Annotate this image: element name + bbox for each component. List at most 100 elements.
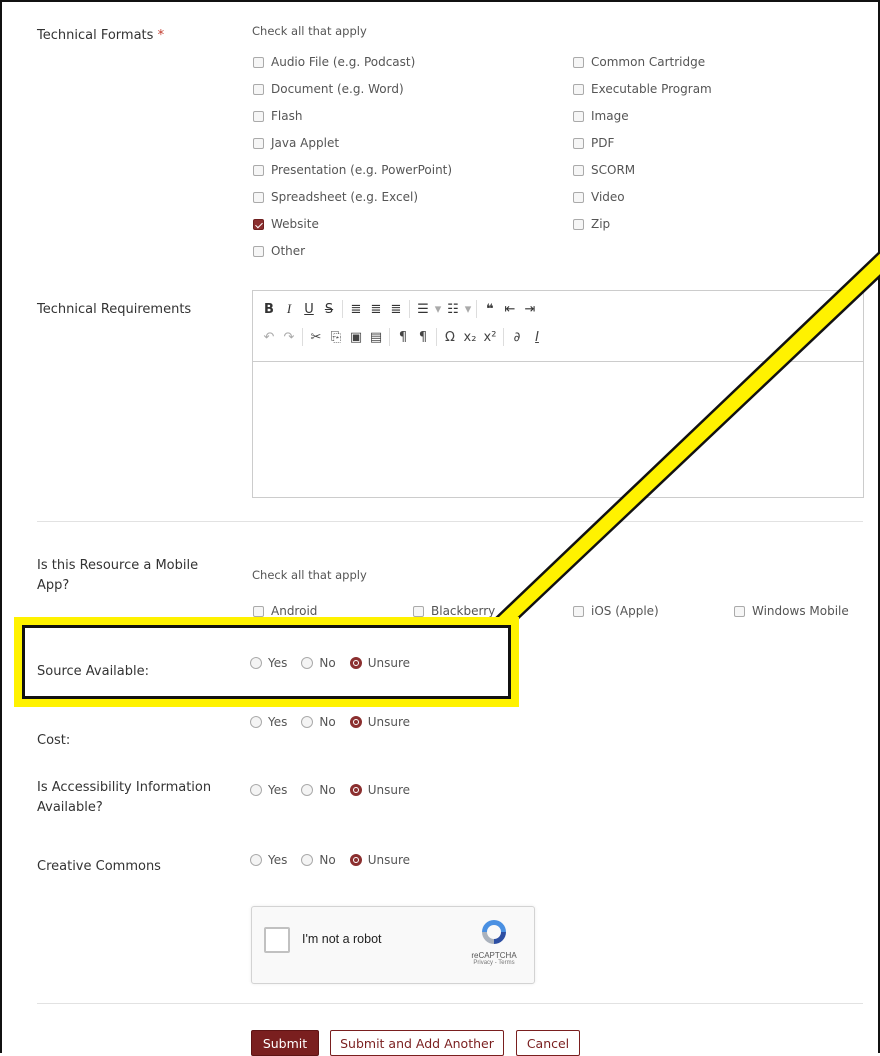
cost-option-unsure[interactable]: Unsure xyxy=(349,715,410,729)
outdent-icon[interactable]: ⇤ xyxy=(500,302,520,317)
radio-unselected-icon[interactable] xyxy=(250,716,262,728)
format-option[interactable]: Video xyxy=(573,190,625,204)
redo-icon[interactable]: ↷ xyxy=(279,330,299,345)
checkbox-unchecked-icon[interactable] xyxy=(734,605,745,617)
checkbox-unchecked-icon[interactable] xyxy=(253,191,264,203)
bold-button[interactable]: B xyxy=(259,302,279,317)
radio-unselected-icon[interactable] xyxy=(250,784,262,796)
checkbox-unchecked-icon[interactable] xyxy=(573,56,584,68)
format-option[interactable]: Audio File (e.g. Podcast) xyxy=(253,55,415,69)
recaptcha-checkbox[interactable] xyxy=(264,927,290,953)
special-char-icon[interactable]: Ω xyxy=(440,330,460,345)
subscript-icon[interactable]: x₂ xyxy=(460,330,480,345)
checkbox-unchecked-icon[interactable] xyxy=(253,110,264,122)
accessibility-radio-group: Yes No Unsure xyxy=(250,783,424,797)
radio-unselected-icon[interactable] xyxy=(250,854,262,866)
section-divider xyxy=(37,1003,863,1004)
checkbox-unchecked-icon[interactable] xyxy=(253,245,264,257)
rtl-icon[interactable]: ¶ xyxy=(413,330,433,345)
technical-formats-label-text: Technical Formats xyxy=(37,28,154,43)
format-option[interactable]: Presentation (e.g. PowerPoint) xyxy=(253,163,452,177)
checkbox-label: Video xyxy=(591,190,625,204)
submit-button[interactable]: Submit xyxy=(251,1030,319,1056)
checkbox-unchecked-icon[interactable] xyxy=(573,605,584,617)
checkbox-unchecked-icon[interactable] xyxy=(573,110,584,122)
numbered-list-icon[interactable]: ☷ xyxy=(443,302,463,317)
paste-icon[interactable]: ▣ xyxy=(346,330,366,345)
mobile-option[interactable]: Windows Mobile xyxy=(734,604,849,618)
chevron-down-icon[interactable]: ▾ xyxy=(463,302,473,317)
indent-icon[interactable]: ⇥ xyxy=(520,302,540,317)
checkbox-unchecked-icon[interactable] xyxy=(253,56,264,68)
undo-icon[interactable]: ↶ xyxy=(259,330,279,345)
editor-content-area[interactable] xyxy=(253,362,863,502)
checkbox-label: Zip xyxy=(591,217,611,231)
underline-button[interactable]: U xyxy=(299,302,319,317)
format-option[interactable]: Website xyxy=(253,217,319,231)
checkbox-unchecked-icon[interactable] xyxy=(573,83,584,95)
format-option[interactable]: Java Applet xyxy=(253,136,339,150)
format-option[interactable]: SCORM xyxy=(573,163,635,177)
toolbar-separator xyxy=(503,328,504,346)
cc-radio-group: Yes No Unsure xyxy=(250,853,424,867)
format-option[interactable]: Executable Program xyxy=(573,82,712,96)
checkbox-unchecked-icon[interactable] xyxy=(413,605,424,617)
checkbox-unchecked-icon[interactable] xyxy=(253,137,264,149)
align-right-icon[interactable]: ≣ xyxy=(386,302,406,317)
format-option[interactable]: Common Cartridge xyxy=(573,55,705,69)
strikethrough-button[interactable]: S xyxy=(319,302,339,317)
format-option[interactable]: Image xyxy=(573,109,629,123)
radio-unselected-icon[interactable] xyxy=(301,784,314,796)
toolbar-separator xyxy=(436,328,437,346)
format-option[interactable]: Spreadsheet (e.g. Excel) xyxy=(253,190,418,204)
radio-selected-icon[interactable] xyxy=(349,716,362,728)
checkbox-unchecked-icon[interactable] xyxy=(253,83,264,95)
format-option[interactable]: Other xyxy=(253,244,305,258)
blockquote-icon[interactable]: ❝ xyxy=(480,302,500,317)
cancel-button[interactable]: Cancel xyxy=(516,1030,580,1056)
radio-unselected-icon[interactable] xyxy=(301,854,314,866)
cost-option-yes[interactable]: Yes xyxy=(250,715,287,729)
link-icon[interactable]: ∂ xyxy=(507,330,527,345)
align-left-icon[interactable]: ≣ xyxy=(346,302,366,317)
radio-selected-icon[interactable] xyxy=(349,854,362,866)
cut-icon[interactable]: ✂ xyxy=(306,330,326,345)
checkbox-unchecked-icon[interactable] xyxy=(573,191,584,203)
mobile-option[interactable]: Android xyxy=(253,604,317,618)
checkbox-unchecked-icon[interactable] xyxy=(573,137,584,149)
italic-button[interactable]: I xyxy=(279,301,299,317)
checkbox-unchecked-icon[interactable] xyxy=(253,164,264,176)
radio-unselected-icon[interactable] xyxy=(301,716,314,728)
checkbox-unchecked-icon[interactable] xyxy=(253,605,264,617)
bulleted-list-icon[interactable]: ☰ xyxy=(413,302,433,317)
recaptcha-links[interactable]: Privacy - Terms xyxy=(466,960,522,966)
ltr-icon[interactable]: ¶ xyxy=(393,330,413,345)
mobile-option[interactable]: Blackberry xyxy=(413,604,495,618)
checkbox-label: Website xyxy=(271,217,319,231)
mobile-option[interactable]: iOS (Apple) xyxy=(573,604,659,618)
align-center-icon[interactable]: ≣ xyxy=(366,302,386,317)
cc-option-no[interactable]: No xyxy=(301,853,336,867)
checkbox-checked-icon[interactable] xyxy=(253,218,264,230)
accessibility-option-unsure[interactable]: Unsure xyxy=(349,783,410,797)
format-option[interactable]: PDF xyxy=(573,136,614,150)
accessibility-option-no[interactable]: No xyxy=(301,783,336,797)
superscript-icon[interactable]: x² xyxy=(480,330,500,345)
chevron-down-icon[interactable]: ▾ xyxy=(433,302,443,317)
submit-add-another-button[interactable]: Submit and Add Another xyxy=(330,1030,504,1056)
remove-format-icon[interactable]: I xyxy=(527,330,547,345)
cc-option-unsure[interactable]: Unsure xyxy=(349,853,410,867)
checkbox-unchecked-icon[interactable] xyxy=(573,218,584,230)
technical-requirements-label: Technical Requirements xyxy=(37,302,192,317)
radio-selected-icon[interactable] xyxy=(349,784,362,796)
paste-text-icon[interactable]: ▤ xyxy=(366,330,386,345)
checkbox-unchecked-icon[interactable] xyxy=(573,164,584,176)
cost-option-no[interactable]: No xyxy=(301,715,336,729)
copy-icon[interactable]: ⎘ xyxy=(326,330,346,345)
accessibility-option-yes[interactable]: Yes xyxy=(250,783,287,797)
format-option[interactable]: Zip xyxy=(573,217,610,231)
checkbox-label: Windows Mobile xyxy=(752,604,849,618)
cc-option-yes[interactable]: Yes xyxy=(250,853,287,867)
format-option[interactable]: Document (e.g. Word) xyxy=(253,82,404,96)
format-option[interactable]: Flash xyxy=(253,109,302,123)
